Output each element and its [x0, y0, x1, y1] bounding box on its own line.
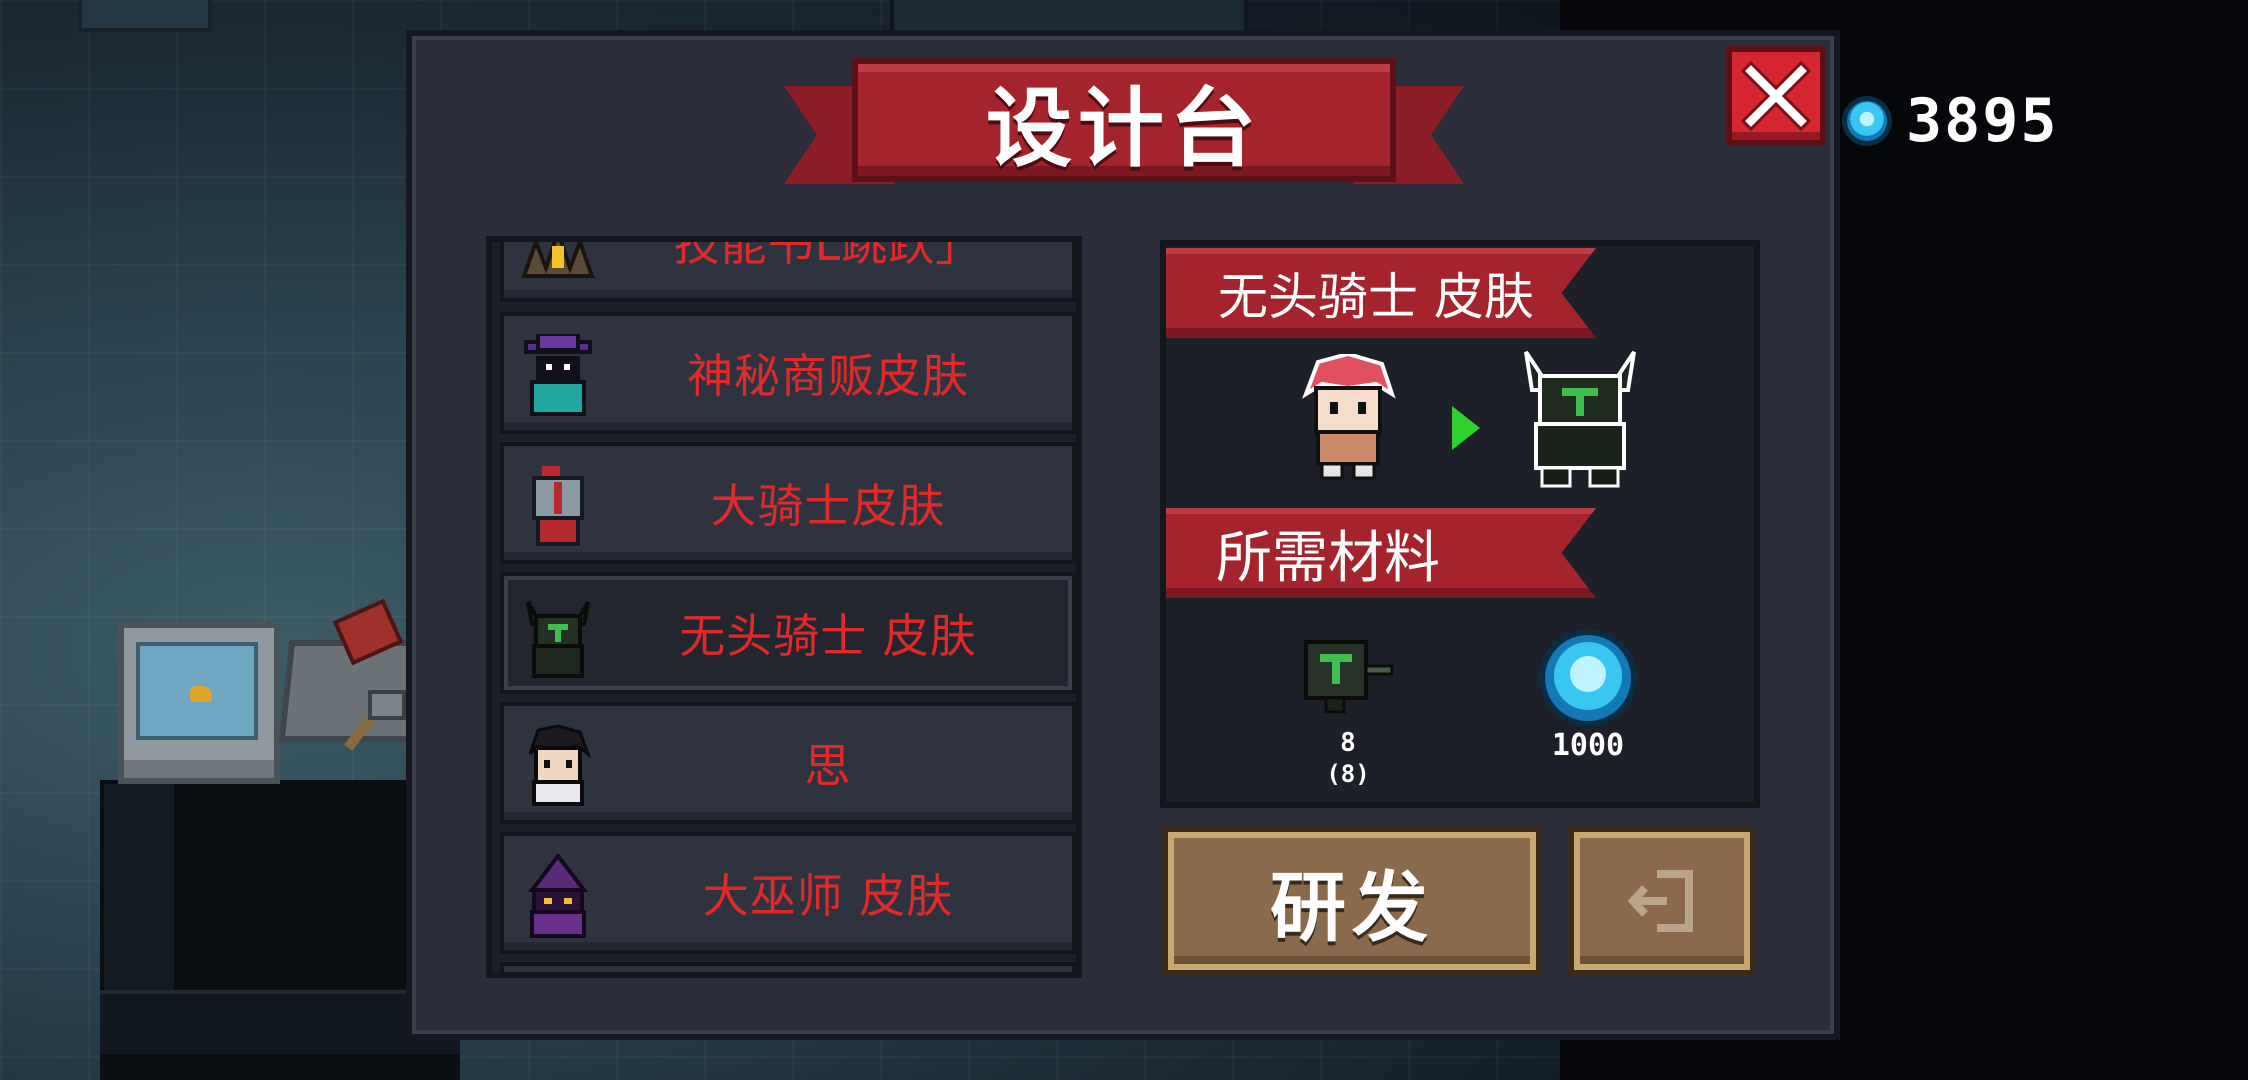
wall-tile	[78, 0, 212, 32]
wall-pillar	[100, 780, 178, 1008]
duck-icon	[190, 686, 212, 702]
list-item-headless-knight[interactable]: 无头骑士 皮肤	[500, 572, 1076, 694]
material-count: 8	[1340, 728, 1356, 758]
close-icon	[1741, 61, 1811, 131]
fish-tank	[118, 622, 280, 784]
archmage-icon	[527, 854, 589, 938]
blueprint-detail-panel: 无头骑士 皮肤 所需材料 8 (8) 1000	[1160, 240, 1760, 808]
fish-tank-glass	[136, 642, 258, 740]
mysterious-merchant-icon	[524, 334, 592, 416]
headless-knight-material-icon	[1304, 640, 1394, 714]
list-item-grand-knight[interactable]: 大骑士皮肤	[500, 442, 1076, 564]
currency-value: 3895	[1906, 86, 2059, 156]
currency-display: 3895	[1842, 86, 2059, 156]
material-cost: 1000	[1551, 728, 1625, 763]
list-item-label: 无头骑士 皮肤	[679, 609, 977, 663]
dialog-title-ribbon: 设计台	[784, 50, 1464, 200]
research-button-label: 研发	[1270, 863, 1434, 952]
si-character-icon	[528, 724, 592, 806]
list-item-si[interactable]: 思	[500, 702, 1076, 824]
list-item-mysterious-merchant[interactable]: 神秘商贩皮肤	[500, 312, 1076, 434]
hammer-icon	[368, 690, 406, 720]
list-item-skill-book[interactable]: 技能书L跳跃」	[500, 236, 1076, 302]
knight-default-icon	[1302, 354, 1396, 480]
blue-gem-coin-icon	[1539, 629, 1637, 727]
skill-book-icon	[521, 242, 595, 278]
research-button[interactable]: 研发	[1162, 826, 1542, 976]
skin-title: 无头骑士 皮肤	[1218, 268, 1534, 326]
list-item-label: 神秘商贩皮肤	[687, 349, 969, 403]
list-item-archmage[interactable]: 大巫师 皮肤	[500, 832, 1076, 954]
close-button[interactable]	[1726, 46, 1826, 146]
headless-knight-icon	[526, 601, 590, 678]
list-item-label: 技能书L跳跃」	[673, 236, 983, 271]
exit-door-icon	[1627, 870, 1693, 932]
blue-gem-coin-icon	[1842, 96, 1892, 146]
grand-knight-icon	[532, 466, 584, 546]
ribbon-body: 设计台	[852, 58, 1396, 182]
list-item-next[interactable]	[500, 962, 1076, 972]
headless-knight-skin-icon	[1524, 350, 1636, 488]
list-item-label: 大骑士皮肤	[710, 479, 946, 533]
wall-tile	[890, 0, 1248, 34]
list-item-label: 思	[804, 739, 852, 793]
arrow-right-icon	[1452, 406, 1480, 450]
list-item-label: 大巫师 皮肤	[702, 869, 954, 923]
material-owned-count: (8)	[1326, 760, 1370, 788]
blueprint-list[interactable]: 技能书L跳跃」 神秘商贩皮肤 大骑士皮肤 无头骑士 皮肤 思 大巫师 皮肤	[486, 236, 1082, 978]
materials-title: 所需材料	[1216, 525, 1440, 591]
exit-button[interactable]	[1568, 826, 1756, 976]
dialog-title: 设计台	[986, 78, 1262, 179]
